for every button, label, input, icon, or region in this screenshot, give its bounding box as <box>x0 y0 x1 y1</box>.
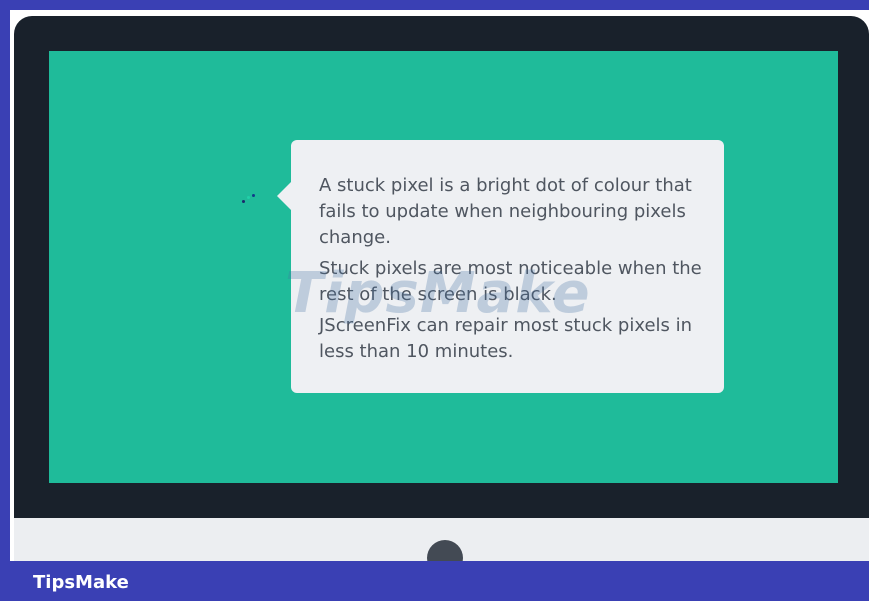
top-border <box>0 0 869 10</box>
stuck-pixel-dots-icon <box>238 190 262 210</box>
bubble-paragraph-1: A stuck pixel is a bright dot of colour … <box>319 175 692 248</box>
brand-logo: TipsMake <box>33 572 129 593</box>
pixel-dot <box>242 200 245 203</box>
left-border <box>0 0 10 601</box>
bubble-paragraph-2: Stuck pixels are most noticeable when th… <box>319 258 702 305</box>
speech-bubble-pointer <box>277 181 292 211</box>
pixel-dot <box>252 194 255 197</box>
pixel-dot <box>247 196 250 199</box>
speech-bubble: A stuck pixel is a bright dot of colour … <box>291 140 724 393</box>
bubble-text: A stuck pixel is a bright dot of colour … <box>319 173 709 370</box>
footer-bar <box>0 561 869 601</box>
bubble-paragraph-3: JScreenFix can repair most stuck pixels … <box>319 315 693 362</box>
